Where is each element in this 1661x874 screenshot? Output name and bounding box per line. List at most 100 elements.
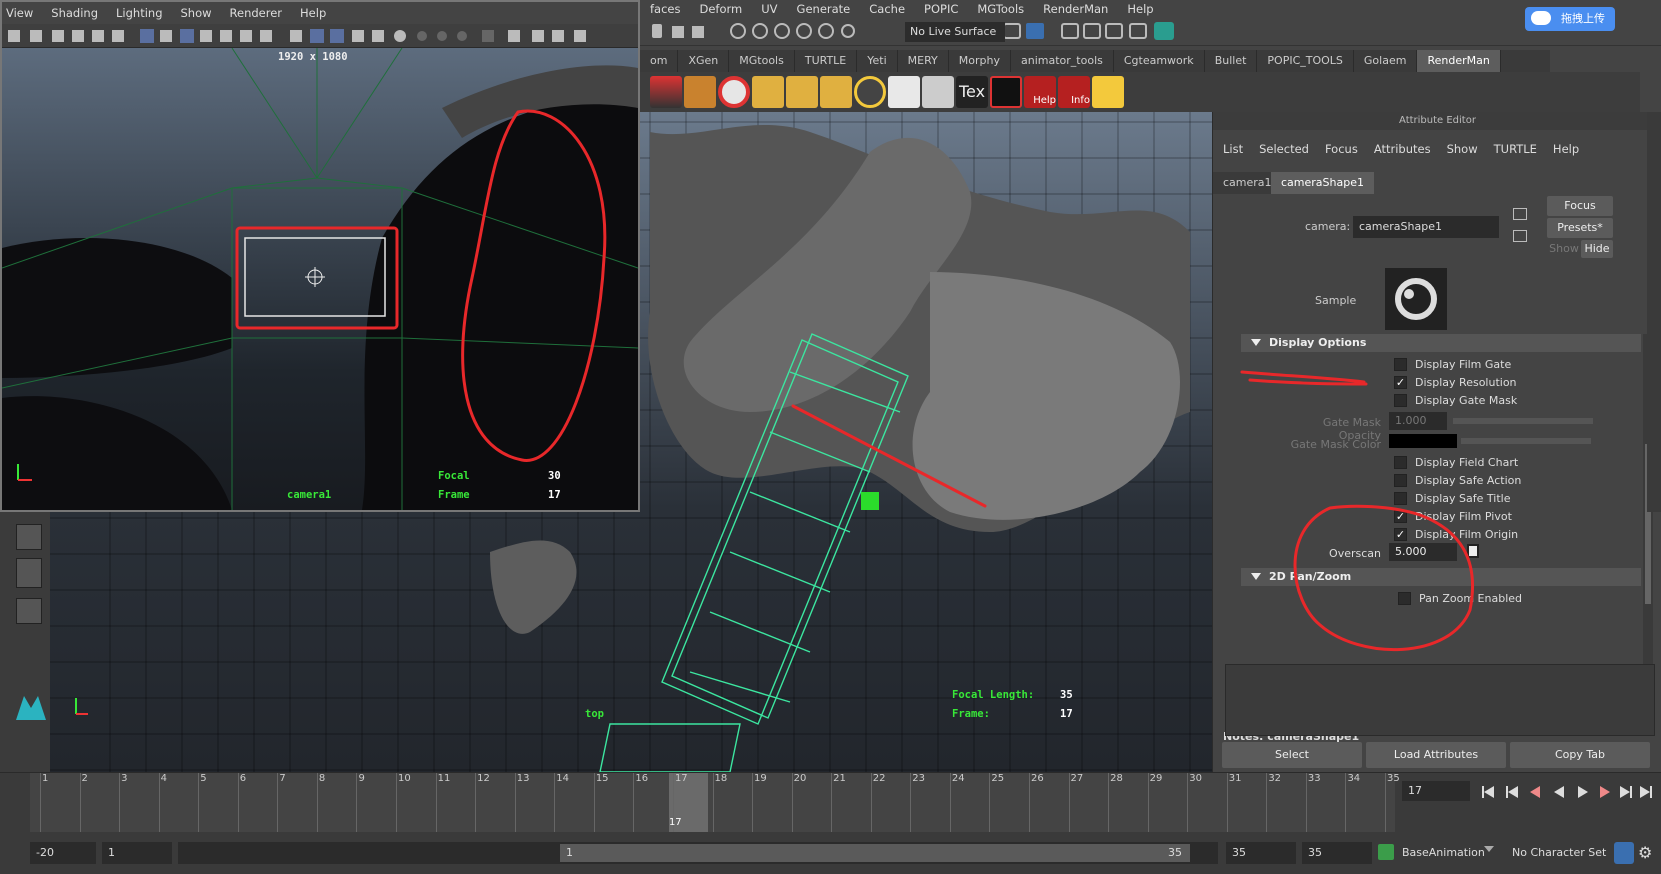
check-display-gate-mask[interactable]: Display Gate Mask [1394,394,1517,407]
range-slider-handle[interactable]: 1 35 [560,844,1190,862]
camera-name-field[interactable]: cameraShape1 [1353,216,1499,238]
main-menu-item[interactable]: Cache [859,0,914,18]
shelf-tab[interactable]: TURTLE [795,50,858,72]
attribute-editor-menu-item[interactable]: Help [1553,142,1579,156]
refresh-icon[interactable] [718,76,750,108]
gate-mask-color-slider[interactable] [1461,438,1591,444]
check-display-field-chart[interactable]: Display Field Chart [1394,456,1518,469]
side-tab-strip [1647,112,1661,512]
check-pan-zoom-enabled[interactable]: Pan Zoom Enabled [1398,592,1522,605]
shelf-tab[interactable]: MGtools [729,50,795,72]
check-display-safe-action[interactable]: Display Safe Action [1394,474,1521,487]
info-icon[interactable]: Info [1058,76,1090,108]
copy-tab-button[interactable]: Copy Tab [1510,742,1650,768]
notes-textarea[interactable] [1225,664,1655,736]
shelf-tab[interactable]: RenderMan [1417,50,1501,72]
cube-icon[interactable] [922,76,954,108]
pan-zoom-header[interactable]: 2D Pan/Zoom [1241,568,1641,586]
attribute-editor-menu-item[interactable]: Show [1447,142,1478,156]
resolution-label: 1920 x 1080 [278,51,348,63]
select-node-icon[interactable] [1513,208,1527,220]
panel-menu-item[interactable]: Help [296,2,340,24]
hide-button[interactable]: Hide [1581,240,1613,258]
expand-button[interactable] [16,598,42,624]
main-menu-item[interactable]: UV [751,0,786,18]
tex-icon[interactable]: Tex [956,76,988,108]
current-frame-field[interactable]: 17 [1402,781,1470,801]
render-icon[interactable] [650,76,682,108]
shelf-tab[interactable]: Bullet [1205,50,1258,72]
preferences-gear-icon[interactable]: ⚙ [1638,842,1658,864]
presets-button[interactable]: Presets* [1547,218,1613,238]
range-slider-track[interactable]: 1 35 [178,842,1218,864]
attribute-editor-menu-item[interactable]: Focus [1325,142,1358,156]
attribute-editor-menu-item[interactable]: Attributes [1374,142,1431,156]
main-menu-item[interactable]: Generate [787,0,860,18]
check-display-film-gate[interactable]: Display Film Gate [1394,358,1511,371]
check-display-film-origin[interactable]: ✓ Display Film Origin [1394,528,1518,541]
attribute-editor-menu-item[interactable]: List [1223,142,1243,156]
shelf-tab[interactable]: XGen [678,50,730,72]
playback-end-field[interactable]: 35 [1226,842,1296,864]
auto-key-icon[interactable] [1614,842,1634,864]
shelf-tab[interactable]: Yeti [857,50,898,72]
package-icon[interactable] [684,76,716,108]
load-attributes-button[interactable]: Load Attributes [1366,742,1506,768]
openvdb-icon[interactable] [990,76,1022,108]
show-button[interactable]: Show [1549,240,1579,258]
gate-mask-opacity-field[interactable]: 1.000 [1389,412,1447,430]
live-surface-field[interactable]: No Live Surface [905,22,1005,42]
shelf-tab[interactable]: Golaem [1354,50,1418,72]
check-display-resolution[interactable]: ✓ Display Resolution [1394,376,1517,389]
go-to-output-icon[interactable] [1513,230,1527,242]
anim-start-field[interactable]: -20 [30,842,96,864]
panel-menu-item[interactable]: Show [177,2,226,24]
overscan-field[interactable]: 5.000 [1389,543,1457,561]
gate-mask-opacity-slider[interactable] [1453,418,1593,424]
select-button[interactable]: Select [1222,742,1362,768]
outliner-button[interactable] [16,558,42,588]
puzzle-icon[interactable] [1092,76,1124,108]
shelf-tab[interactable]: Cgteamwork [1114,50,1205,72]
main-menu-item[interactable]: Help [1117,0,1162,18]
help-icon[interactable]: Help [1024,76,1056,108]
attribute-editor-menu-item[interactable]: Selected [1259,142,1309,156]
gate-mask-color-swatch[interactable] [1389,434,1457,448]
shelf-tab[interactable]: animator_tools [1011,50,1114,72]
display-options-header[interactable]: Display Options [1241,334,1641,352]
panel-menu-item[interactable]: Renderer [226,2,297,24]
main-menu-item[interactable]: Deform [690,0,752,18]
shelf-tab[interactable]: MERY [898,50,949,72]
main-menu-item[interactable]: RenderMan [1033,0,1117,18]
character-set-field[interactable]: No Character Set [1506,842,1610,864]
check-display-safe-title[interactable]: Display Safe Title [1394,492,1510,505]
map-button-icon[interactable] [1467,544,1479,558]
anim-layer-icon[interactable] [1378,844,1394,860]
layout-button[interactable] [16,524,42,550]
shelf-tab[interactable]: om [640,50,679,72]
playback-start-field[interactable]: 1 [102,842,172,864]
shelf-tab[interactable]: POPIC_TOOLS [1257,50,1354,72]
light-icon[interactable] [820,76,852,108]
panel-menu-item[interactable]: Lighting [112,2,176,24]
check-display-film-pivot[interactable]: ✓ Display Film Pivot [1394,510,1512,523]
panel-viewport[interactable]: 1920 x 1080 Focal 30 Frame 17 camera1 [2,48,638,510]
transform-icon[interactable] [888,76,920,108]
sphere-icon[interactable] [854,76,886,108]
anim-end-field[interactable]: 35 [1302,842,1372,864]
upload-button[interactable]: 拖拽上传 [1525,7,1615,31]
attribute-editor-menu-item[interactable]: TURTLE [1494,142,1537,156]
tab-camerashape1[interactable]: cameraShape1 [1271,172,1374,194]
search-icon[interactable] [786,76,818,108]
chevron-down-icon[interactable] [1484,846,1494,852]
focus-button[interactable]: Focus [1547,196,1613,216]
main-menu-item[interactable]: POPIC [914,0,967,18]
time-slider-ticks[interactable]: 1 2 3 4 5 6 7 8 9 10 11 12 13 14 15 16 17 17 18 19 20 21 22 23 2… [30,773,1400,833]
panel-menu-item[interactable]: View [2,2,47,24]
folder-icon[interactable] [752,76,784,108]
main-menu-item[interactable]: MGTools [967,0,1033,18]
panel-menu-item[interactable]: Shading [47,2,112,24]
time-slider[interactable]: 1 2 3 4 5 6 7 8 9 10 11 12 13 14 15 16 17 17 18 19 20 21 22 23 2… [0,772,1661,833]
shelf-tab[interactable]: Morphy [949,50,1011,72]
main-menu-item[interactable]: faces [640,0,690,18]
